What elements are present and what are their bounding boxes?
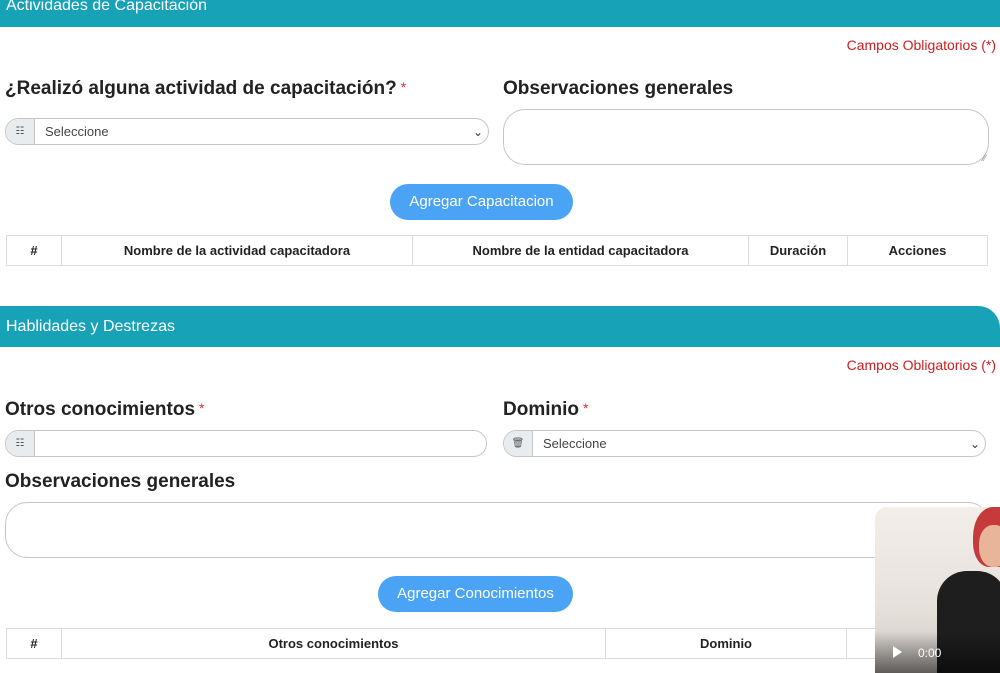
training-select[interactable]: ☷ Seleccione ⌄ (5, 118, 489, 145)
table-header-row: # Otros conocimientos Dominio (6, 628, 988, 659)
required-star: * (583, 400, 589, 416)
training-question-label: ¿Realizó alguna actividad de capacitació… (5, 78, 407, 99)
column-header: Nombre de la entidad capacitadora (412, 235, 749, 266)
video-controls: 0:00 (875, 631, 1000, 673)
section-title: Hablidades y Destrezas (6, 318, 175, 335)
required-fields-note: Campos Obligatorios (*) (846, 357, 996, 373)
column-header: # (6, 235, 62, 266)
section-header-habilidades: Hablidades y Destrezas (0, 306, 1000, 347)
required-star: * (199, 400, 205, 416)
required-star: * (400, 79, 407, 95)
column-header: Duración (748, 235, 848, 266)
column-header: Dominio (605, 628, 847, 659)
play-icon[interactable] (893, 646, 902, 658)
observations-label: Observaciones generales (503, 78, 734, 99)
chevron-down-icon: ⌄ (969, 436, 981, 451)
required-fields-note: Campos Obligatorios (*) (846, 37, 996, 53)
other-knowledge-input[interactable]: ☷ (5, 430, 487, 457)
video-player[interactable]: 0:00 (875, 507, 1000, 673)
domain-select-value: Seleccione (543, 436, 607, 451)
video-person-face (979, 525, 1000, 567)
observations-label: Observaciones generales (5, 471, 236, 492)
trash-icon: 🗑 (504, 431, 533, 456)
document-icon: ☷ (6, 431, 35, 456)
column-header: # (6, 628, 62, 659)
column-header: Acciones (847, 235, 988, 266)
column-header: Nombre de la actividad capacitadora (61, 235, 413, 266)
add-knowledge-button[interactable]: Agregar Conocimientos (378, 576, 573, 612)
training-table: # Nombre de la actividad capacitadora No… (6, 235, 988, 266)
training-select-value: Seleccione (45, 124, 109, 139)
section-header-capacitacion: Actividades de Capacitación (0, 0, 1000, 27)
chevron-down-icon: ⌄ (472, 124, 484, 139)
column-header: Otros conocimientos (61, 628, 606, 659)
add-training-button[interactable]: Agregar Capacitacion (390, 184, 573, 220)
table-header-row: # Nombre de la actividad capacitadora No… (6, 235, 988, 266)
observations-textarea[interactable]: ∕∕ (503, 109, 989, 165)
section-title: Actividades de Capacitación (6, 0, 208, 14)
document-icon: ☷ (6, 119, 35, 144)
resize-handle-icon[interactable]: ∕∕ (983, 153, 986, 163)
video-time: 0:00 (918, 646, 942, 660)
domain-label: Dominio * (503, 399, 589, 420)
other-knowledge-label: Otros conocimientos * (5, 399, 205, 420)
observations-textarea[interactable] (5, 502, 990, 558)
other-knowledge-text[interactable] (35, 431, 486, 456)
domain-select[interactable]: 🗑 Seleccione ⌄ (503, 430, 986, 457)
knowledge-table: # Otros conocimientos Dominio (6, 628, 988, 659)
